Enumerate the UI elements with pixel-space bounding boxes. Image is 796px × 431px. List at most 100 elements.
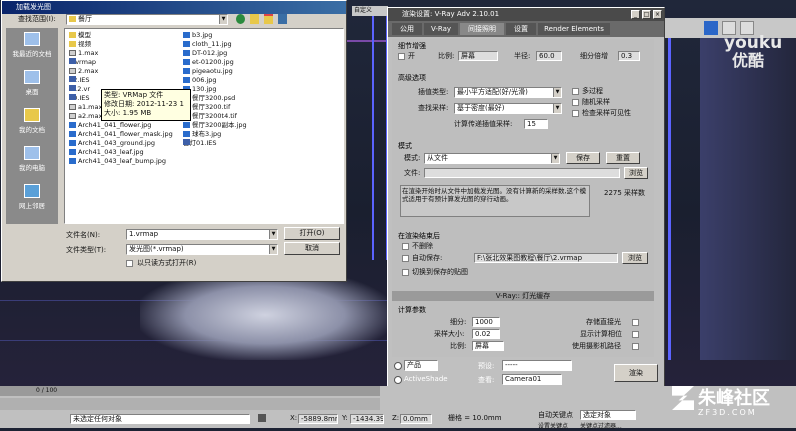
file-item[interactable]: Arch41_043_leaf.jpg <box>69 148 144 157</box>
lc-sample-input[interactable]: 0.02 <box>472 329 500 339</box>
new-folder-icon[interactable] <box>264 14 273 24</box>
minimize-icon[interactable]: _ <box>631 10 640 19</box>
time-slider[interactable]: 0 / 100 <box>0 386 380 396</box>
show-checkbox[interactable] <box>632 331 639 338</box>
file-item[interactable]: 餐厅3200t4.tif <box>183 112 237 121</box>
lookup-select[interactable]: 基于密度(最好) ▼ <box>454 103 562 114</box>
x-coordinate[interactable]: -5889.8mm <box>298 414 338 424</box>
lc-scale-select[interactable]: 屏幕 <box>472 341 504 351</box>
y-coordinate[interactable]: -1434.39mm <box>350 414 384 424</box>
autosave-checkbox[interactable] <box>402 255 409 262</box>
readonly-checkbox[interactable] <box>126 260 133 267</box>
render-button[interactable]: 渲染 <box>614 364 658 382</box>
nodelete-checkbox[interactable] <box>402 243 409 250</box>
detail-scale-select[interactable]: 屏幕 <box>458 51 498 61</box>
file-item[interactable]: 006.jpg <box>183 76 217 85</box>
switch-checkbox[interactable] <box>402 269 409 276</box>
interp-select[interactable]: 最小平方适配(好/光滑) ▼ <box>454 87 562 98</box>
lc-subdiv-input[interactable]: 1000 <box>472 317 500 327</box>
random-checkbox[interactable] <box>572 99 579 106</box>
file-item[interactable]: 1.vrmap <box>69 58 96 67</box>
file-item[interactable]: 视频 <box>69 40 91 49</box>
calc-input[interactable]: 15 <box>524 119 548 129</box>
tab-vray[interactable]: V-Ray <box>424 23 458 35</box>
chevron-down-icon[interactable]: ▼ <box>269 230 277 239</box>
keyfilter-label[interactable]: 关键点过滤器... <box>580 422 622 431</box>
tab-render-elements[interactable]: Render Elements <box>538 23 610 35</box>
file-item[interactable]: cloth_11.jpg <box>183 40 232 49</box>
up-folder-icon[interactable] <box>250 14 259 24</box>
file-item[interactable]: Arch41_043_leaf_bump.jpg <box>69 157 166 166</box>
view-select[interactable]: Camera01 <box>502 374 562 385</box>
activeshade-radio[interactable] <box>394 376 402 384</box>
autosave-path[interactable]: F:\张北效果图教程\餐厅\2.vrmap <box>474 253 618 263</box>
file-item[interactable]: 台灯01.IES <box>183 139 217 148</box>
lookin-select[interactable]: 餐厅 ▼ <box>66 14 228 25</box>
multipass-checkbox[interactable] <box>572 88 579 95</box>
chevron-down-icon[interactable]: ▼ <box>553 88 561 97</box>
lightcache-rollout[interactable]: V-Ray:: 灯光缓存 <box>392 291 654 301</box>
track-bar[interactable] <box>0 398 380 410</box>
place-computer[interactable]: 我的电脑 <box>9 146 55 172</box>
detail-subdiv-input[interactable]: 0.3 <box>618 51 640 61</box>
z-coordinate[interactable]: 0.0mm <box>400 414 432 424</box>
camera-path-checkbox[interactable] <box>632 343 639 350</box>
back-icon[interactable] <box>236 14 245 24</box>
filename-input[interactable]: 1.vrmap ▼ <box>126 229 278 240</box>
file-item[interactable]: 模型 <box>69 31 91 40</box>
file-item[interactable]: 2.max <box>69 67 98 76</box>
place-documents[interactable]: 我的文档 <box>9 108 55 134</box>
chevron-down-icon[interactable]: ▼ <box>551 154 559 163</box>
lock-icon[interactable] <box>258 414 266 422</box>
tab-common[interactable]: 公用 <box>392 23 422 35</box>
save-button[interactable]: 保存 <box>566 152 600 164</box>
tab-gi[interactable]: 间接照明 <box>460 23 504 35</box>
file-item[interactable]: 20.IES <box>69 94 90 103</box>
product-select[interactable]: 产品 <box>404 360 438 371</box>
file-item[interactable]: 012.vr <box>69 85 90 94</box>
reset-button[interactable]: 重置 <box>606 152 640 164</box>
browse-button[interactable]: 浏览 <box>624 167 648 179</box>
preset-select[interactable]: ----- <box>502 360 572 371</box>
chevron-down-icon[interactable]: ▼ <box>553 104 561 113</box>
mode-file-input[interactable] <box>424 168 620 178</box>
file-list[interactable]: 模型 视频 1.max 1.vrmap 2.max 12.IES 012.vr 20.IES a… <box>64 28 344 224</box>
filetype-select[interactable]: 发光图(*.vrmap) ▼ <box>126 244 278 255</box>
file-item[interactable]: DT-012.jpg <box>183 49 227 58</box>
visibility-checkbox[interactable] <box>572 110 579 117</box>
file-item[interactable]: Arch41_041_flower.jpg <box>69 121 151 130</box>
place-desktop[interactable]: 桌面 <box>9 70 55 96</box>
tab-settings[interactable]: 设置 <box>506 23 536 35</box>
view-menu-icon[interactable] <box>278 14 287 24</box>
file-item[interactable]: 12.IES <box>69 76 90 85</box>
setkey-label[interactable]: 设置关键点 <box>538 422 568 431</box>
chevron-down-icon[interactable]: ▼ <box>269 245 277 254</box>
chevron-down-icon[interactable]: ▼ <box>219 15 227 24</box>
viewport-menu[interactable]: 自定义 <box>352 6 388 16</box>
cancel-button[interactable]: 取消 <box>284 242 340 255</box>
file-item[interactable]: 餐厅3200副本.jpg <box>183 121 247 130</box>
file-item[interactable]: 球布3.jpg <box>183 130 221 139</box>
detail-on-checkbox[interactable] <box>398 53 405 60</box>
autosave-browse-button[interactable]: 浏览 <box>622 252 648 264</box>
file-item[interactable]: Arch41_043_ground.jpg <box>69 139 155 148</box>
file-item[interactable]: a1.max <box>69 103 102 112</box>
file-item[interactable]: b3.jpg <box>183 31 212 40</box>
product-radio[interactable] <box>394 362 402 370</box>
place-network[interactable]: 网上邻居 <box>9 184 55 210</box>
autokey-label[interactable]: 自动关键点 <box>538 411 573 420</box>
maximize-icon[interactable]: □ <box>642 10 651 19</box>
file-item[interactable]: et-01200.jpg <box>183 58 234 67</box>
place-recent[interactable]: 我最近的文档 <box>9 32 55 58</box>
mode-select[interactable]: 从文件 ▼ <box>424 153 560 164</box>
file-item[interactable]: 1.max <box>69 49 98 58</box>
close-icon[interactable]: × <box>653 10 662 19</box>
file-item[interactable]: Arch41_041_flower_mask.jpg <box>69 130 173 139</box>
create-icon[interactable] <box>704 21 718 35</box>
detail-radius-input[interactable]: 60.0 <box>536 51 562 61</box>
store-checkbox[interactable] <box>632 319 639 326</box>
file-item[interactable]: a2.max <box>69 112 102 121</box>
selected-select[interactable]: 选定对象 <box>580 410 636 420</box>
open-button[interactable]: 打开(O) <box>284 227 340 240</box>
file-item[interactable]: pigeaotu.jpg <box>183 67 233 76</box>
